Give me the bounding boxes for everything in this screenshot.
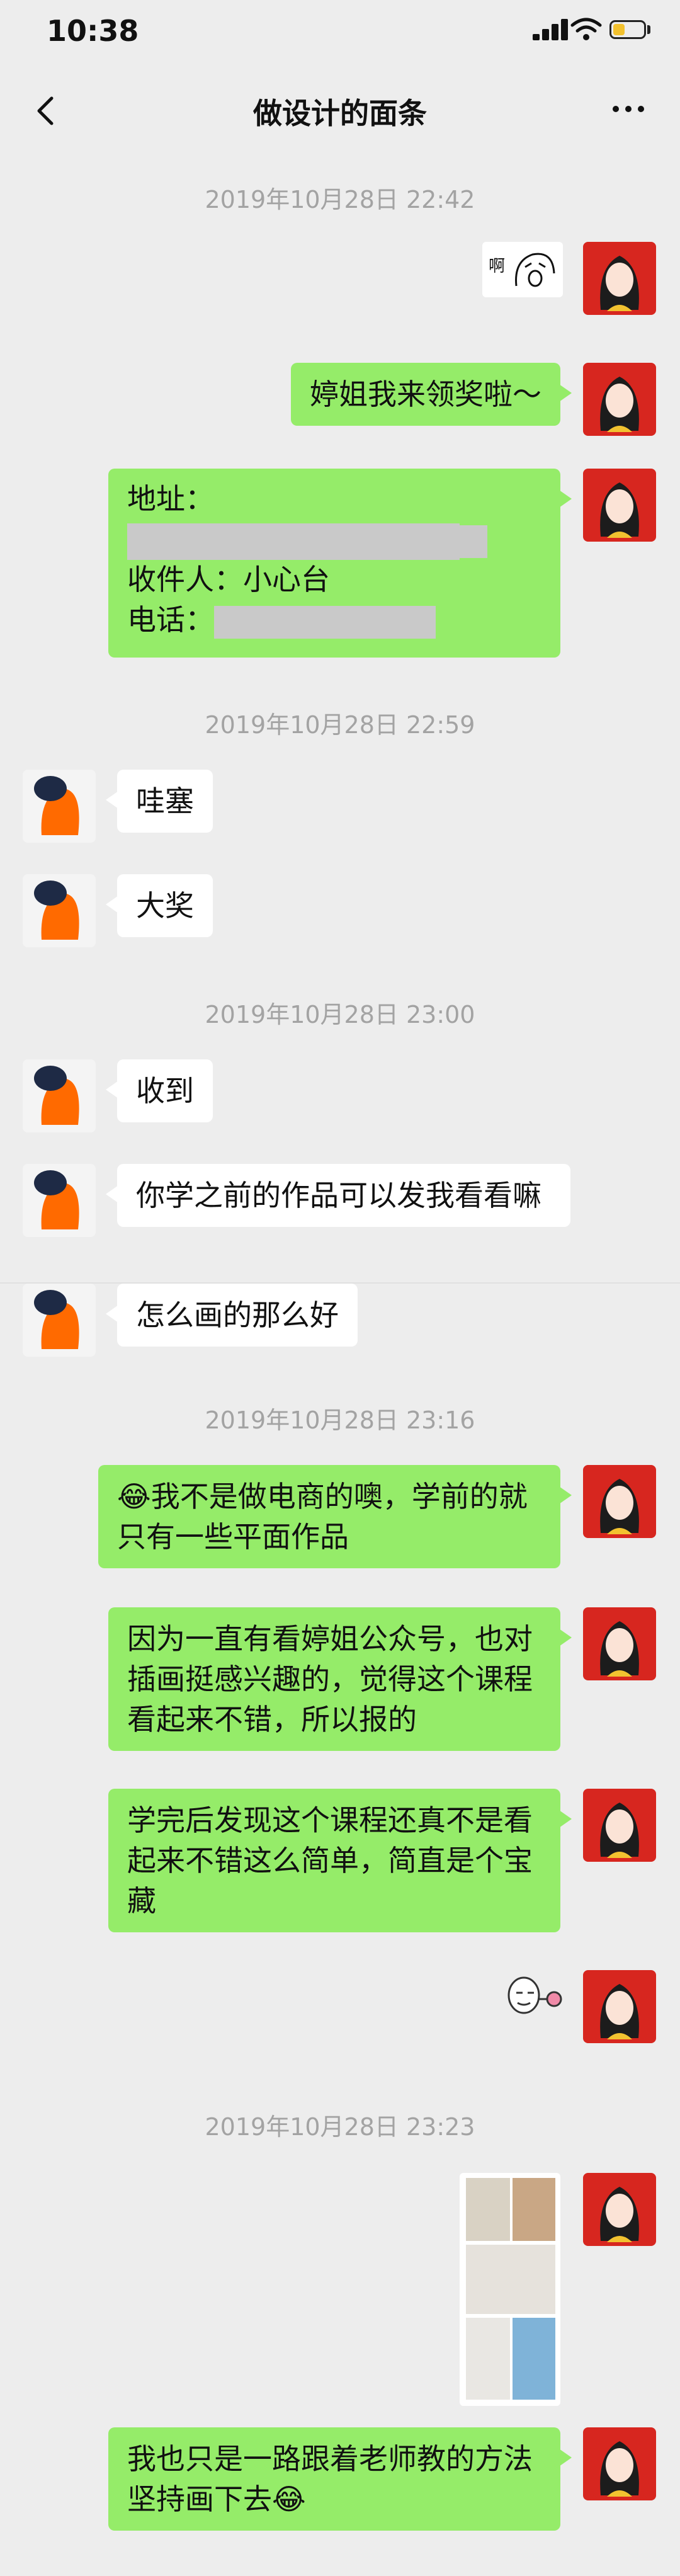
chat-title: 做设计的面条 [253, 96, 427, 130]
artwork-thumbnail [466, 2245, 555, 2314]
message-bubble-sent[interactable]: 😂我不是做电商的噢，学前的就只有一些平面作品 [98, 1465, 572, 1568]
artwork-thumbnail [466, 2178, 510, 2241]
redacted-block [127, 525, 487, 558]
wifi-icon [570, 18, 602, 40]
my-avatar[interactable] [583, 242, 656, 315]
girl-illustration-icon [600, 1803, 639, 1858]
redacted-block [214, 605, 436, 639]
timestamp: 2019年10月28日 23:00 [205, 1001, 475, 1029]
girl-illustration-icon [600, 2187, 639, 2242]
laugh-cry-emoji-icon: 😂 [272, 2482, 306, 2516]
my-avatar[interactable] [583, 1465, 656, 1538]
artwork-thumbnail [466, 2318, 510, 2400]
contact-avatar[interactable] [23, 1284, 96, 1357]
girl-illustration-icon [600, 377, 639, 432]
more-icon[interactable] [609, 100, 647, 118]
girl-illustration-icon [600, 256, 639, 311]
sticker-message[interactable]: 啊 [482, 242, 563, 297]
contact-avatar[interactable] [23, 1059, 96, 1132]
battery-icon [609, 20, 646, 39]
meme-face-icon [515, 253, 555, 287]
person-orange-jacket-icon [34, 881, 79, 940]
message-bubble-address[interactable]: 地址： 收件人：小心台 电话： [108, 469, 572, 658]
person-orange-jacket-icon [34, 776, 79, 835]
contact-avatar[interactable] [23, 874, 96, 947]
signal-icon [533, 19, 568, 40]
person-orange-jacket-icon [34, 1290, 79, 1349]
timestamp: 2019年10月28日 23:23 [205, 2113, 475, 2141]
girl-illustration-icon [600, 1479, 639, 1534]
artwork-thumbnail [513, 2178, 555, 2241]
message-bubble-sent[interactable]: 我也只是一路跟着老师教的方法坚持画下去😂 [108, 2427, 572, 2531]
artwork-thumbnail [513, 2318, 555, 2400]
timestamp: 2019年10月28日 22:42 [205, 186, 475, 214]
message-bubble-received[interactable]: 你学之前的作品可以发我看看嘛 [106, 1164, 570, 1227]
laugh-cry-emoji-icon: 😂 [117, 1479, 151, 1513]
my-avatar[interactable] [583, 2173, 656, 2246]
message-bubble-received[interactable]: 哇塞 [106, 770, 213, 833]
my-avatar[interactable] [583, 363, 656, 436]
my-avatar[interactable] [583, 469, 656, 542]
person-orange-jacket-icon [34, 1170, 79, 1229]
sticker-lollipop-icon[interactable] [502, 1970, 564, 2023]
my-avatar[interactable] [583, 2427, 656, 2500]
girl-illustration-icon [600, 1621, 639, 1677]
timestamp: 2019年10月28日 23:16 [205, 1406, 475, 1434]
message-bubble-sent[interactable]: 因为一直有看婷姐公众号，也对插画挺感兴趣的，觉得这个课程看起来不错，所以报的 [108, 1607, 572, 1751]
contact-avatar[interactable] [23, 1164, 96, 1237]
girl-illustration-icon [600, 1984, 639, 2039]
timestamp: 2019年10月28日 22:59 [205, 711, 475, 739]
status-time: 10:38 [47, 14, 139, 48]
address-label: 地址： [127, 482, 214, 516]
message-bubble-received[interactable]: 收到 [106, 1059, 213, 1122]
message-bubble-received[interactable]: 大奖 [106, 874, 213, 937]
my-avatar[interactable] [583, 1789, 656, 1862]
girl-illustration-icon [600, 482, 639, 538]
person-orange-jacket-icon [34, 1066, 79, 1125]
sticker-text: 啊 [489, 257, 506, 276]
message-bubble-received[interactable]: 怎么画的那么好 [106, 1284, 358, 1347]
contact-avatar[interactable] [23, 770, 96, 843]
phone-label: 电话： [127, 603, 214, 637]
battery-nub [647, 25, 650, 34]
message-bubble-sent[interactable]: 学完后发现这个课程还真不是看起来不错这么简单，简直是个宝藏 [108, 1789, 572, 1932]
recipient-line: 收件人：小心台 [127, 562, 330, 596]
girl-illustration-icon [600, 2441, 639, 2497]
my-avatar[interactable] [583, 1970, 656, 2043]
message-bubble-sent[interactable]: 婷姐我来领奖啦～ [291, 363, 572, 426]
image-message[interactable] [460, 2173, 560, 2406]
my-avatar[interactable] [583, 1607, 656, 1680]
